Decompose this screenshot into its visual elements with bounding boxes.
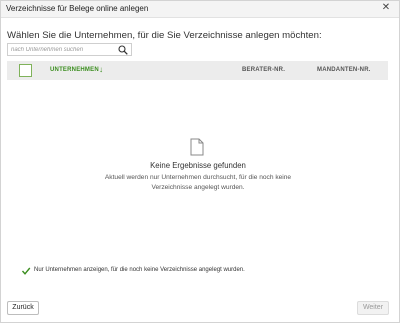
window-title: Verzeichnisse für Belege online anlegen [6, 4, 149, 13]
empty-state-description-line2: Verzeichnisse angelegt wurden. [151, 184, 245, 191]
column-header-mandanten-nr[interactable]: MANDANTEN-NR. [317, 67, 371, 73]
sort-descending-arrow-icon[interactable]: ↓ [99, 65, 103, 74]
column-header-company[interactable]: UNTERNEHMEN [50, 67, 99, 73]
dialog-window: Verzeichnisse für Belege online anlegen … [0, 0, 400, 323]
checkmark-icon[interactable] [21, 266, 31, 276]
back-button[interactable]: Zurück [7, 301, 39, 315]
select-all-checkbox[interactable] [19, 64, 32, 77]
close-icon[interactable]: ✕ [381, 3, 391, 13]
table-header: UNTERNEHMEN ↓ BERATER-NR. MANDANTEN-NR. [7, 61, 388, 80]
instruction-text: Wählen Sie die Unternehmen, für die Sie … [7, 30, 322, 41]
empty-state-description: Aktuell werden nur Unternehmen durchsuch… [1, 173, 395, 193]
search-input[interactable] [11, 44, 111, 55]
empty-state-description-line1: Aktuell werden nur Unternehmen durchsuch… [104, 174, 292, 181]
search-icon[interactable] [118, 45, 128, 55]
titlebar: Verzeichnisse für Belege online anlegen … [1, 1, 399, 18]
search-field[interactable] [7, 43, 132, 56]
empty-state-title: Keine Ergebnisse gefunden [150, 161, 246, 170]
document-icon [190, 138, 204, 156]
filter-label[interactable]: Nur Unternehmen anzeigen, für die noch k… [34, 267, 245, 273]
column-header-berater-nr[interactable]: BERATER-NR. [242, 67, 285, 73]
next-button[interactable]: Weiter [357, 301, 389, 315]
